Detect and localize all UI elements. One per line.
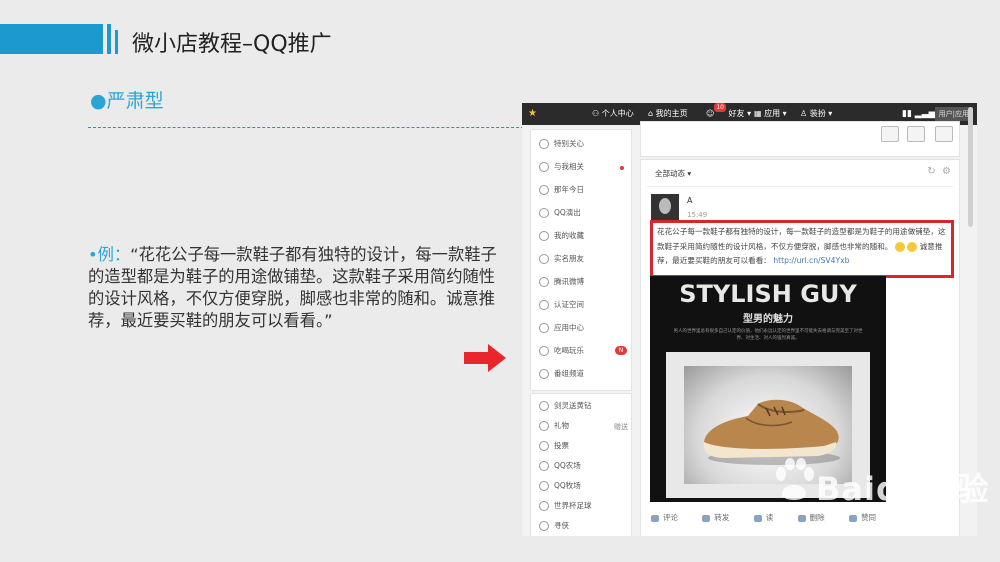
friends-badge: 10 xyxy=(714,103,726,112)
sidebar-item-blade-soul[interactable]: 剑灵送黄钻 xyxy=(539,396,592,416)
sidebar-item-gift[interactable]: 礼物 xyxy=(539,416,569,436)
video-icon xyxy=(539,369,549,379)
sidebar-item-farm[interactable]: QQ农场 xyxy=(539,456,581,476)
smile-emoji-icon xyxy=(894,241,905,252)
tab-all-updates[interactable]: 全部动态 ▾ xyxy=(655,168,691,179)
sidebar-item-food-fun[interactable]: 吃喝玩乐 xyxy=(539,341,584,361)
sidebar-item-channel[interactable]: 番组频道 xyxy=(539,364,584,384)
ranch-icon xyxy=(539,481,549,491)
ticket-icon xyxy=(539,208,549,218)
right-arrow-icon xyxy=(464,344,506,372)
chart-icon xyxy=(753,514,762,522)
sidebar-item-football[interactable]: 世界杯足球 xyxy=(539,496,592,516)
sidebar-item-xunxia[interactable]: 寻侠 xyxy=(539,516,569,536)
sidebar-item-related[interactable]: 与我相关 xyxy=(539,157,584,177)
example-text: “花花公子每一款鞋子都有独特的设计，每一款鞋子的造型都是为鞋子的用途做铺垫。这款… xyxy=(88,245,497,330)
smile-emoji-icon xyxy=(907,241,918,252)
sidebar-item-qq-show[interactable]: QQ演出 xyxy=(539,203,581,223)
post-time: 15:49 xyxy=(687,211,708,219)
shirt-icon: ♙ xyxy=(800,109,808,118)
vote-icon xyxy=(539,441,549,451)
gift-icon xyxy=(539,421,549,431)
image-subheadline: 型男的魅力 xyxy=(743,314,793,325)
camera-icon[interactable] xyxy=(881,126,899,142)
user-icon xyxy=(539,254,549,264)
sidebar-item-vote[interactable]: 投票 xyxy=(539,436,569,456)
slide-title: 微小店教程–QQ推广 xyxy=(132,32,332,57)
publish-toolbar xyxy=(640,121,960,157)
image-caption: 男人的世界里总有很多自己认定的价值，他们永远认定的世界里不可能失去格调与完美至了… xyxy=(673,329,863,341)
sidebar-item-this-day[interactable]: 那年今日 xyxy=(539,180,584,200)
dashed-divider xyxy=(88,127,524,128)
sidebar-item-special-care[interactable]: 特别关心 xyxy=(539,134,584,154)
person-icon: ⚇ xyxy=(592,109,600,118)
weibo-icon xyxy=(539,277,549,287)
sidebar-item-app-center[interactable]: 应用中心 xyxy=(539,318,584,338)
star-icon xyxy=(539,139,549,149)
verified-icon xyxy=(539,300,549,310)
image-headline: STYLISH GUY xyxy=(679,280,857,308)
notification-dot xyxy=(620,166,624,170)
post-link[interactable]: http://url.cn/SV4Yxb xyxy=(773,256,849,265)
sidebar-item-weibo[interactable]: 腾讯微博 xyxy=(539,272,584,292)
repost-button[interactable]: 转发 xyxy=(702,512,729,523)
header-accent-stripe-thin xyxy=(115,30,118,54)
star-icon: ★ xyxy=(528,108,537,119)
post-text-highlight: 花花公子每一款鞋子都有独特的设计，每一款鞋子的造型都是为鞋子的用途做铺垫，这款鞋… xyxy=(650,220,954,278)
share-icon xyxy=(702,514,711,522)
bookmark-icon xyxy=(539,231,549,241)
sword-icon xyxy=(539,521,549,531)
document-icon[interactable] xyxy=(935,126,953,142)
bell-icon xyxy=(539,162,549,172)
food-icon xyxy=(539,346,549,356)
qzone-logo[interactable]: ★ xyxy=(528,103,537,125)
game-icon xyxy=(539,401,549,411)
sidebar-item-real-friends[interactable]: 实名朋友 xyxy=(539,249,584,269)
sidebar-item-favorites[interactable]: 我的收藏 xyxy=(539,226,584,246)
qzone-sidebar: 特别关心 与我相关 那年今日 QQ演出 我的收藏 实名朋友 腾讯微博 认证空间 … xyxy=(530,129,632,391)
watermark-url: jingyan.baidu.com xyxy=(772,520,883,534)
example-label: •例： xyxy=(88,245,131,264)
sidebar-item-ranch[interactable]: QQ牧场 xyxy=(539,476,581,496)
header-accent-bar xyxy=(0,24,103,54)
feed-divider xyxy=(647,186,953,187)
shoe-image xyxy=(703,399,840,465)
friends-icon: ☺ xyxy=(706,109,715,118)
avatar[interactable] xyxy=(651,194,679,220)
sidebar-item-verified[interactable]: 认证空间 xyxy=(539,295,584,315)
home-icon: ⌂ xyxy=(648,109,654,118)
scrollbar[interactable] xyxy=(968,107,973,227)
new-badge: N xyxy=(615,346,627,355)
baidu-watermark: Baidu经验 jingyan.baidu.com xyxy=(772,458,989,542)
header-accent-stripe xyxy=(107,24,111,54)
comment-button[interactable]: 评论 xyxy=(651,512,678,523)
paw-icon xyxy=(776,458,814,500)
qzone-sidebar-apps: 剑灵送黄钻 礼物 赠送 投票 QQ农场 QQ牧场 世界杯足球 寻侠 xyxy=(530,393,632,536)
post-text: 花花公子每一款鞋子都有独特的设计，每一款鞋子的造型都是为鞋子的用途做铺垫，这款鞋… xyxy=(657,227,946,265)
nav-personal-center[interactable]: ⚇ 个人中心 xyxy=(592,103,634,125)
gift-send-link[interactable]: 赠送 xyxy=(614,422,628,432)
apps-icon xyxy=(539,323,549,333)
example-paragraph: •例：“花花公子每一款鞋子都有独特的设计，每一款鞋子的造型都是为鞋子的用途做铺垫… xyxy=(88,244,500,332)
football-icon xyxy=(539,501,549,511)
attach-icon[interactable] xyxy=(907,126,925,142)
refresh-icon[interactable]: ↻ ⚙ xyxy=(927,166,951,177)
post-author[interactable]: A xyxy=(687,196,692,205)
comment-icon xyxy=(651,514,659,522)
sub-heading: ●严肃型 xyxy=(90,90,164,112)
farm-icon xyxy=(539,461,549,471)
calendar-icon xyxy=(539,185,549,195)
grid-icon: ▦ xyxy=(754,109,762,118)
watermark-text: Baidu经验 xyxy=(816,470,990,508)
read-button[interactable]: 读 xyxy=(753,512,773,523)
